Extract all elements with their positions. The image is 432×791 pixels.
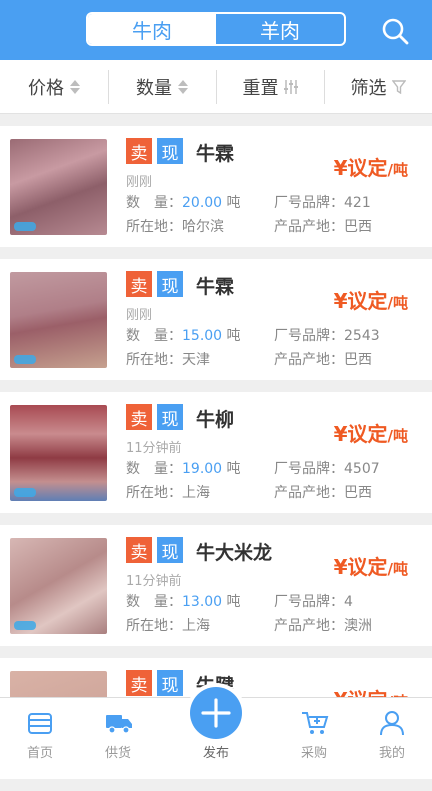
quantity-row: 数 量：15.00 吨 bbox=[126, 328, 241, 344]
quantity-row: 数 量：13.00 吨 bbox=[126, 594, 241, 610]
origin-value: 巴西 bbox=[344, 352, 372, 368]
origin-value: 澳洲 bbox=[344, 618, 372, 634]
sell-badge: 卖 bbox=[126, 404, 152, 430]
sell-badge: 卖 bbox=[126, 537, 152, 563]
quantity-value: 19.00 bbox=[182, 461, 223, 477]
location-value: 哈尔滨 bbox=[182, 219, 224, 235]
listing-card[interactable]: 卖 现 牛霖 刚刚 数 量：15.00 吨 厂号品牌：2543 所在地：天津 产… bbox=[0, 259, 432, 380]
spot-badge: 现 bbox=[157, 138, 183, 164]
location-row: 所在地：天津 bbox=[126, 352, 210, 368]
brand-row: 厂号品牌：2543 bbox=[274, 328, 380, 344]
sort-price-button[interactable]: 价格 bbox=[0, 60, 108, 113]
quantity-value: 15.00 bbox=[182, 328, 223, 344]
search-icon[interactable] bbox=[380, 16, 410, 46]
filter-label: 筛选 bbox=[350, 77, 387, 99]
plus-icon bbox=[201, 698, 231, 728]
quantity-row: 数 量：19.00 吨 bbox=[126, 461, 241, 477]
user-icon bbox=[379, 710, 405, 736]
origin-value: 巴西 bbox=[344, 485, 372, 501]
brand-value: 421 bbox=[344, 195, 371, 211]
sort-quantity-label: 数量 bbox=[136, 77, 172, 99]
sort-price-label: 价格 bbox=[28, 77, 64, 99]
origin-row: 产品产地：巴西 bbox=[274, 352, 372, 368]
listing-card[interactable]: 卖 现 牛霖 刚刚 数 量：20.00 吨 厂号品牌：421 所在地：哈尔滨 产… bbox=[0, 126, 432, 247]
location-row: 所在地：上海 bbox=[126, 618, 210, 634]
spot-badge: 现 bbox=[157, 670, 183, 696]
sort-arrows-icon bbox=[70, 79, 80, 94]
listing-time: 刚刚 bbox=[126, 175, 153, 190]
brand-row: 厂号品牌：4 bbox=[274, 594, 353, 610]
sort-arrows-icon bbox=[178, 79, 188, 94]
price: ¥议定/吨 bbox=[333, 555, 408, 579]
tab-supply[interactable]: 供货 bbox=[78, 698, 158, 768]
filter-funnel-icon bbox=[391, 79, 406, 94]
top-bar: 牛肉 羊肉 bbox=[0, 0, 432, 60]
listing-title: 牛柳 bbox=[196, 409, 235, 431]
quantity-value: 13.00 bbox=[182, 594, 223, 610]
spot-badge: 现 bbox=[157, 404, 183, 430]
location-value: 上海 bbox=[182, 618, 210, 634]
price: ¥议定/吨 bbox=[333, 422, 408, 446]
brand-row: 厂号品牌：421 bbox=[274, 195, 371, 211]
listing-time: 11分钟前 bbox=[126, 441, 182, 456]
sell-badge: 卖 bbox=[126, 271, 152, 297]
reset-button[interactable]: 重置 bbox=[216, 60, 324, 113]
product-photo bbox=[10, 272, 107, 368]
sort-quantity-button[interactable]: 数量 bbox=[108, 60, 216, 113]
origin-row: 产品产地：巴西 bbox=[274, 219, 372, 235]
listing-title: 牛霖 bbox=[196, 276, 235, 298]
tab-mine[interactable]: 我的 bbox=[352, 698, 432, 768]
quantity-value: 20.00 bbox=[182, 195, 223, 211]
tab-beef[interactable]: 牛肉 bbox=[88, 14, 216, 44]
brand-row: 厂号品牌：4507 bbox=[274, 461, 380, 477]
tab-purchase[interactable]: 采购 bbox=[274, 698, 354, 768]
origin-value: 巴西 bbox=[344, 219, 372, 235]
home-icon bbox=[27, 710, 53, 736]
filter-button[interactable]: 筛选 bbox=[324, 60, 432, 113]
tab-supply-label: 供货 bbox=[104, 746, 131, 761]
location-row: 所在地：哈尔滨 bbox=[126, 219, 224, 235]
reset-label: 重置 bbox=[242, 77, 279, 99]
listing-title: 牛霖 bbox=[196, 143, 235, 165]
publish-button[interactable] bbox=[190, 687, 242, 739]
listing-time: 刚刚 bbox=[126, 308, 153, 323]
quantity-row: 数 量：20.00 吨 bbox=[126, 195, 241, 211]
cart-icon bbox=[301, 710, 329, 736]
tab-purchase-label: 采购 bbox=[300, 746, 327, 761]
tab-home-label: 首页 bbox=[26, 746, 53, 761]
origin-row: 产品产地：巴西 bbox=[274, 485, 372, 501]
filter-bar: 价格 数量 重置 筛选 bbox=[0, 60, 432, 114]
sell-badge: 卖 bbox=[126, 670, 152, 696]
location-value: 天津 bbox=[182, 352, 210, 368]
tab-mutton[interactable]: 羊肉 bbox=[216, 14, 344, 44]
publish-label: 发布 bbox=[202, 746, 229, 761]
location-row: 所在地：上海 bbox=[126, 485, 210, 501]
origin-row: 产品产地：澳洲 bbox=[274, 618, 372, 634]
tab-mine-label: 我的 bbox=[378, 746, 405, 761]
tab-home[interactable]: 首页 bbox=[0, 698, 80, 768]
spot-badge: 现 bbox=[157, 537, 183, 563]
product-photo bbox=[10, 139, 107, 235]
price: ¥议定/吨 bbox=[333, 289, 408, 313]
product-photo bbox=[10, 538, 107, 634]
category-switch: 牛肉 羊肉 bbox=[86, 12, 346, 46]
product-photo bbox=[10, 405, 107, 501]
spot-badge: 现 bbox=[157, 271, 183, 297]
brand-value: 4 bbox=[344, 594, 353, 610]
location-value: 上海 bbox=[182, 485, 210, 501]
reset-icon bbox=[283, 79, 298, 95]
listing-card[interactable]: 卖 现 牛大米龙 11分钟前 数 量：13.00 吨 厂号品牌：4 所在地：上海… bbox=[0, 525, 432, 646]
listing-time: 11分钟前 bbox=[126, 574, 182, 589]
listing-title: 牛大米龙 bbox=[196, 542, 273, 564]
brand-value: 2543 bbox=[344, 328, 380, 344]
brand-value: 4507 bbox=[344, 461, 380, 477]
truck-icon bbox=[105, 710, 132, 736]
sell-badge: 卖 bbox=[126, 138, 152, 164]
price: ¥议定/吨 bbox=[333, 156, 408, 180]
listing-card[interactable]: 卖 现 牛柳 11分钟前 数 量：19.00 吨 厂号品牌：4507 所在地：上… bbox=[0, 392, 432, 513]
